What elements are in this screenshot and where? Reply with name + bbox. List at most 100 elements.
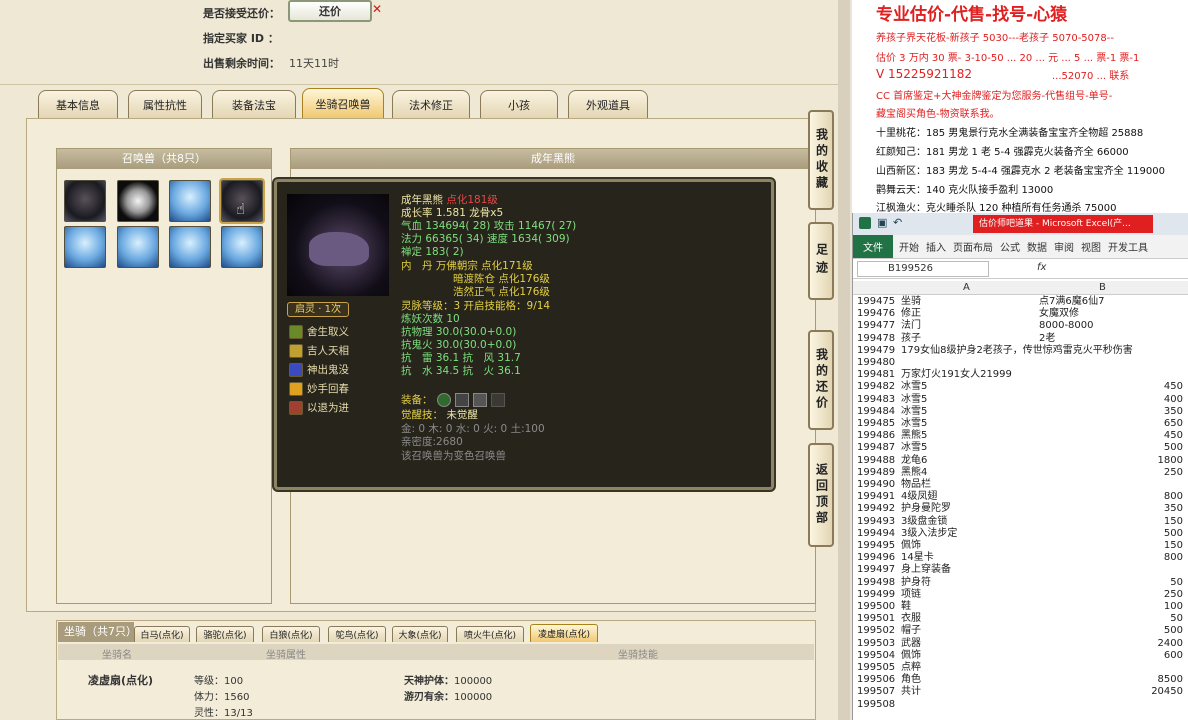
ribbon-tab[interactable]: 插入 (926, 239, 946, 254)
undo-icon[interactable]: ↶ (893, 216, 902, 229)
sheet-row[interactable]: 199498 护身符 50 (853, 577, 1188, 589)
pet-thumb[interactable] (169, 180, 211, 222)
sheet-row[interactable]: 199480 (853, 357, 1188, 369)
tab-children[interactable]: 小孩 (480, 90, 558, 118)
sheet-row[interactable]: 199508 (853, 699, 1188, 711)
pet-skill[interactable]: 妙手回春 (289, 381, 349, 396)
equip-slot-icon[interactable] (437, 393, 451, 407)
sheet-grid[interactable]: 199475 坐骑 点7满6魔6仙7 199476 修正 女魔双修 199477 法门 8000… (853, 296, 1188, 720)
sheet-row[interactable]: 199503 武器 2400 (853, 638, 1188, 650)
sheet-row[interactable]: 199501 衣服 50 (853, 613, 1188, 625)
sheet-row[interactable]: 199488 龙龟6 1800 (853, 455, 1188, 467)
ribbon-tab[interactable]: 视图 (1081, 239, 1101, 254)
pet-thumb[interactable] (117, 180, 159, 222)
tab-basic[interactable]: 基本信息 (38, 90, 118, 118)
tab-spell-correction[interactable]: 法术修正 (392, 90, 470, 118)
tab-equipment[interactable]: 装备法宝 (212, 90, 296, 118)
sheet-row[interactable]: 199482 冰雪5 450 (853, 381, 1188, 393)
pet-thumb[interactable] (117, 226, 159, 268)
cell-a: 项链 (901, 588, 921, 600)
sheet-row[interactable]: 199489 黑熊4 250 (853, 467, 1188, 479)
pet-skill[interactable]: 吉人天相 (289, 343, 349, 358)
sheet-row[interactable]: 199494 3级入法步定 500 (853, 528, 1188, 540)
sheet-row[interactable]: 199496 14星卡 800 (853, 552, 1188, 564)
sheet-row[interactable]: 199506 角色 8500 (853, 674, 1188, 686)
ribbon-tab[interactable]: 开发工具 (1108, 239, 1148, 254)
sheet-row[interactable]: 199487 冰雪5 500 (853, 442, 1188, 454)
mount-tab[interactable]: 大象(点化) (392, 626, 448, 642)
cell-a: 黑熊5 (901, 430, 928, 442)
sheet-row[interactable]: 199478 孩子 2老 (853, 333, 1188, 345)
sheet-row[interactable]: 199475 坐骑 点7满6魔6仙7 (853, 296, 1188, 308)
pet-thumb[interactable] (64, 180, 106, 222)
mount-tab[interactable]: 喷火牛(点化) (456, 626, 524, 642)
mount-tab[interactable]: 骆驼(点化) (196, 626, 254, 642)
sheet-row[interactable]: 199495 佩饰 150 (853, 540, 1188, 552)
ribbon-tab[interactable]: 数据 (1027, 239, 1047, 254)
cell-b-number: 800 (1163, 552, 1183, 564)
sheet-row[interactable]: 199490 物品栏 (853, 479, 1188, 491)
pet-zen: 禅定 183( 2) (401, 246, 464, 258)
row-number: 199480 (857, 357, 896, 368)
name-box[interactable]: B199526 (857, 261, 989, 277)
cell-b-number: 350 (1163, 405, 1183, 417)
my-offers-button[interactable]: 我的还价 (808, 330, 834, 430)
sheet-row[interactable]: 199500 鞋 100 (853, 601, 1188, 613)
excel-window: ▣ ↶ 估价师吧道果 - Microsoft Excel(产... 文件 开始 … (852, 213, 1188, 720)
sheet-row[interactable]: 199505 点粹 (853, 662, 1188, 674)
tab-appearance[interactable]: 外观道具 (568, 90, 648, 118)
sheet-row[interactable]: 199486 黑熊5 450 (853, 430, 1188, 442)
save-icon[interactable]: ▣ (877, 216, 887, 229)
ribbon-tab[interactable]: 开始 (899, 239, 919, 254)
favorites-button[interactable]: 我的收藏 (808, 110, 834, 210)
footprint-button[interactable]: 足迹 (808, 222, 834, 300)
sheet-row[interactable]: 199484 冰雪5 350 (853, 406, 1188, 418)
cell-a: 帽子 (901, 625, 921, 637)
sheet-row[interactable]: 199483 冰雪5 400 (853, 394, 1188, 406)
sheet-row[interactable]: 199477 法门 8000-8000 (853, 320, 1188, 332)
counter-offer-button[interactable]: 还价 (288, 0, 372, 22)
equip-slot-icon[interactable] (473, 393, 487, 407)
cell-b: 女魔双修 (1039, 308, 1079, 320)
mount-tab[interactable]: 白马(点化) (134, 626, 190, 642)
sheet-row[interactable]: 199492 护身曼陀罗 350 (853, 503, 1188, 515)
pet-thumb[interactable] (221, 226, 263, 268)
row-number: 199481 (857, 369, 896, 381)
pet-thumb[interactable] (169, 226, 211, 268)
sheet-row[interactable]: 199507 共计 20450 (853, 686, 1188, 698)
mount-tab-active[interactable]: 凌虚扇(点化) (530, 624, 598, 642)
ribbon-tab-file[interactable]: 文件 (853, 235, 893, 258)
pet-thumb[interactable] (64, 226, 106, 268)
sheet-row[interactable]: 199499 项链 250 (853, 589, 1188, 601)
cell-a: 冰雪5 (901, 418, 928, 429)
tab-mounts-pets[interactable]: 坐骑召唤兽 (302, 88, 384, 118)
sheet-row[interactable]: 199497 身上穿装备 (853, 564, 1188, 576)
pet-skill[interactable]: 以退为进 (289, 400, 349, 415)
sheet-row[interactable]: 199485 冰雪5 650 (853, 418, 1188, 430)
back-to-top-button[interactable]: 返回顶部 (808, 443, 834, 547)
ribbon-tab[interactable]: 审阅 (1054, 239, 1074, 254)
sheet-row[interactable]: 199493 3级盘金锁 150 (853, 516, 1188, 528)
scrollbar[interactable] (838, 0, 850, 720)
ribbon-tab[interactable]: 公式 (1000, 239, 1020, 254)
close-icon[interactable]: ✕ (372, 2, 382, 16)
cell-a: 冰雪5 (901, 405, 928, 417)
equip-slot-icon[interactable] (455, 393, 469, 407)
sheet-row[interactable]: 199476 修正 女魔双修 (853, 308, 1188, 320)
sheet-row[interactable]: 199502 帽子 500 (853, 625, 1188, 637)
pet-skill[interactable]: 神出鬼没 (289, 362, 349, 377)
remain-value: 11天11时 (289, 57, 339, 70)
sheet-row[interactable]: 199504 佩饰 600 (853, 650, 1188, 662)
cell-b-number: 1800 (1157, 454, 1183, 466)
sheet-row[interactable]: 199481 万家灯火191女人21999 (853, 369, 1188, 381)
sheet-row[interactable]: 199479 179女仙8级护身2老孩子，传世惊鸡雷克火平秒伤害 (853, 345, 1188, 357)
pet-list-header: 召唤兽（共8只） (57, 149, 271, 169)
equip-slot-icon[interactable] (491, 393, 505, 407)
mount-tab[interactable]: 鸵鸟(点化) (328, 626, 386, 642)
pet-skill[interactable]: 舍生取义 (289, 324, 349, 339)
tab-attributes[interactable]: 属性抗性 (128, 90, 202, 118)
mount-col-skill: 坐骑技能 (618, 650, 658, 661)
mount-tab[interactable]: 白狼(点化) (262, 626, 320, 642)
sheet-row[interactable]: 199491 4级凤翅 800 (853, 491, 1188, 503)
ribbon-tab[interactable]: 页面布局 (953, 239, 993, 254)
